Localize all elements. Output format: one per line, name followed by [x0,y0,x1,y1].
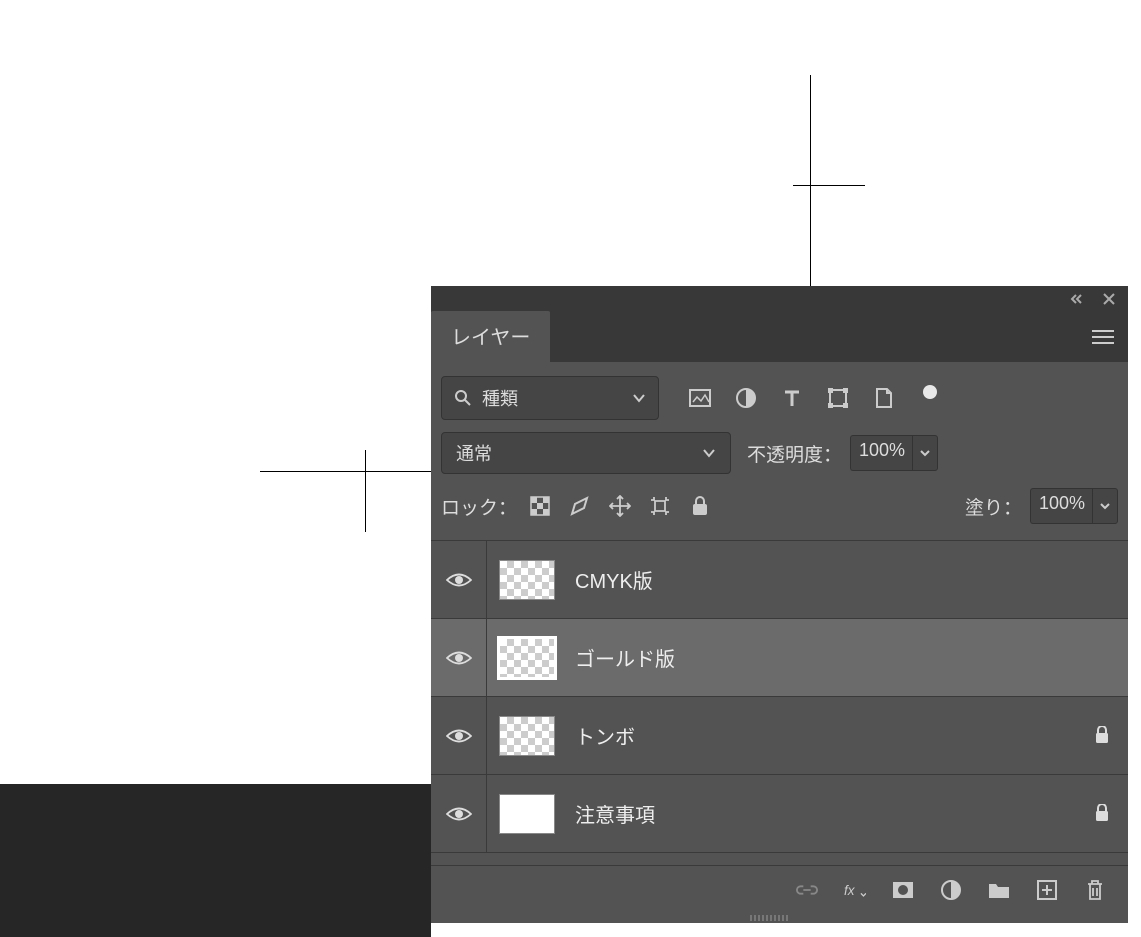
layer-name[interactable]: ゴールド版 [575,643,1114,672]
lock-all-icon[interactable] [689,495,711,517]
visibility-toggle[interactable] [431,541,487,618]
lock-indicator-icon [1094,804,1114,824]
layer-name[interactable]: トンボ [575,721,1094,750]
layer-thumbnail[interactable] [495,716,559,756]
chevron-down-icon [702,448,716,458]
collapse-icon[interactable] [1068,290,1086,308]
layers-list: CMYK版ゴールド版トンボ注意事項 [431,540,1128,853]
layer-style-icon[interactable]: fx [844,879,866,901]
resize-grip[interactable] [750,915,810,921]
link-layers-icon[interactable] [796,879,818,901]
layer-thumbnail[interactable] [495,636,559,680]
filter-row: 種類 [431,362,1128,428]
opacity-input[interactable]: 100% [850,435,912,471]
lock-position-icon[interactable] [609,495,631,517]
adjustment-layer-icon[interactable] [940,879,962,901]
filter-text-icon[interactable] [781,387,803,409]
chevron-down-icon [632,393,646,403]
lock-transparency-icon[interactable] [529,495,551,517]
registration-mark-h2 [260,471,431,472]
registration-mark-h [793,185,865,186]
new-layer-icon[interactable] [1036,879,1058,901]
filter-type-label: 種類 [482,385,518,411]
visibility-toggle[interactable] [431,619,487,696]
lock-icons [529,495,711,517]
layer-name[interactable]: 注意事項 [575,799,1094,828]
filter-shape-icon[interactable] [827,387,849,409]
opacity-dropdown-icon[interactable] [912,435,938,471]
new-group-icon[interactable] [988,879,1010,901]
layer-row[interactable]: トンボ [431,697,1128,775]
layer-thumbnail[interactable] [495,794,559,834]
lock-pixels-icon[interactable] [569,495,591,517]
layer-thumbnail[interactable] [495,560,559,600]
fill-input[interactable]: 100% [1030,488,1092,524]
canvas-area[interactable] [0,0,431,784]
delete-layer-icon[interactable] [1084,879,1106,901]
panel-menu-icon[interactable] [1092,329,1114,345]
visibility-toggle[interactable] [431,697,487,774]
registration-mark-v [810,75,811,286]
registration-mark-v2 [365,450,366,532]
filter-pixel-icon[interactable] [689,387,711,409]
opacity-label: 不透明度： [747,440,842,467]
lock-label: ロック： [441,493,517,520]
panel-header-bar [431,286,1128,312]
blend-mode-row: 通常 不透明度： 100% [431,428,1128,478]
layers-panel: レイヤー 種類 [431,286,1128,923]
search-icon [454,389,472,407]
svg-text:fx: fx [844,883,856,898]
close-icon[interactable] [1100,290,1118,308]
visibility-toggle[interactable] [431,775,487,852]
fill-dropdown-icon[interactable] [1092,488,1118,524]
layer-row[interactable]: ゴールド版 [431,619,1128,697]
filter-adjustment-icon[interactable] [735,387,757,409]
blend-mode-select[interactable]: 通常 [441,432,731,474]
blend-mode-label: 通常 [456,440,492,466]
lock-artboard-icon[interactable] [649,495,671,517]
layer-row[interactable]: 注意事項 [431,775,1128,853]
filter-toggle[interactable] [919,387,941,409]
filter-smartobject-icon[interactable] [873,387,895,409]
canvas-dark-area [0,784,431,937]
filter-type-select[interactable]: 種類 [441,376,659,420]
tab-layers[interactable]: レイヤー [431,311,550,362]
opacity-group: 不透明度： 100% [747,435,938,471]
layer-name[interactable]: CMYK版 [575,565,1114,594]
layer-mask-icon[interactable] [892,879,914,901]
filter-type-icons [689,387,941,409]
fill-group: 塗り： 100% [965,488,1118,524]
layer-row[interactable]: CMYK版 [431,541,1128,619]
lock-indicator-icon [1094,726,1114,746]
panel-tabs: レイヤー [431,312,1128,362]
lock-row: ロック： 塗り： 100% [431,478,1128,540]
panel-footer: fx [431,865,1128,913]
fill-label: 塗り： [965,493,1022,520]
